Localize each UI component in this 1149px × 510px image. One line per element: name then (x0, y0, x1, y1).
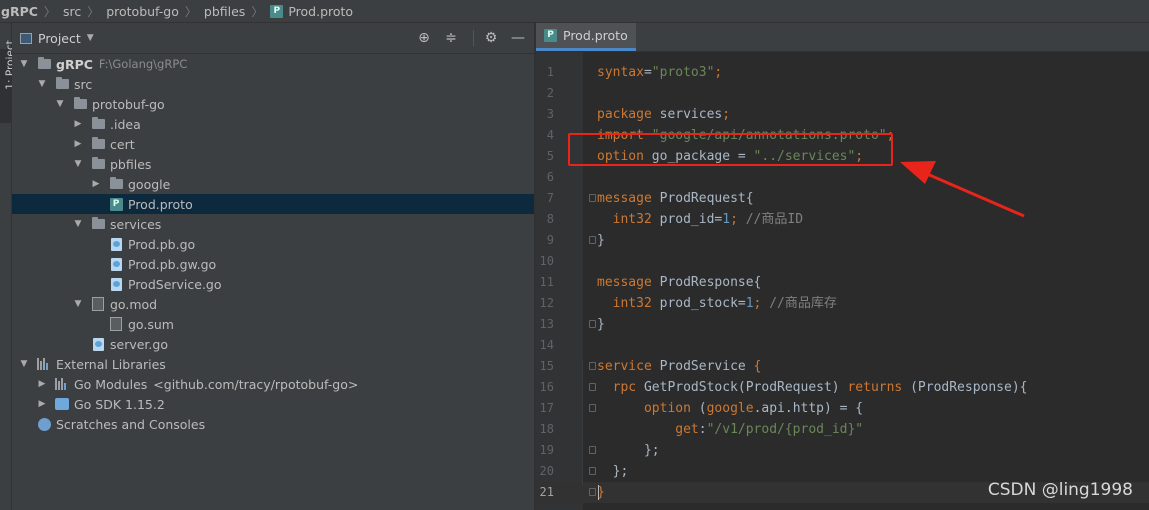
annotation-arrow (900, 161, 1025, 218)
watermark: CSDN @ling1998 (987, 480, 1133, 500)
